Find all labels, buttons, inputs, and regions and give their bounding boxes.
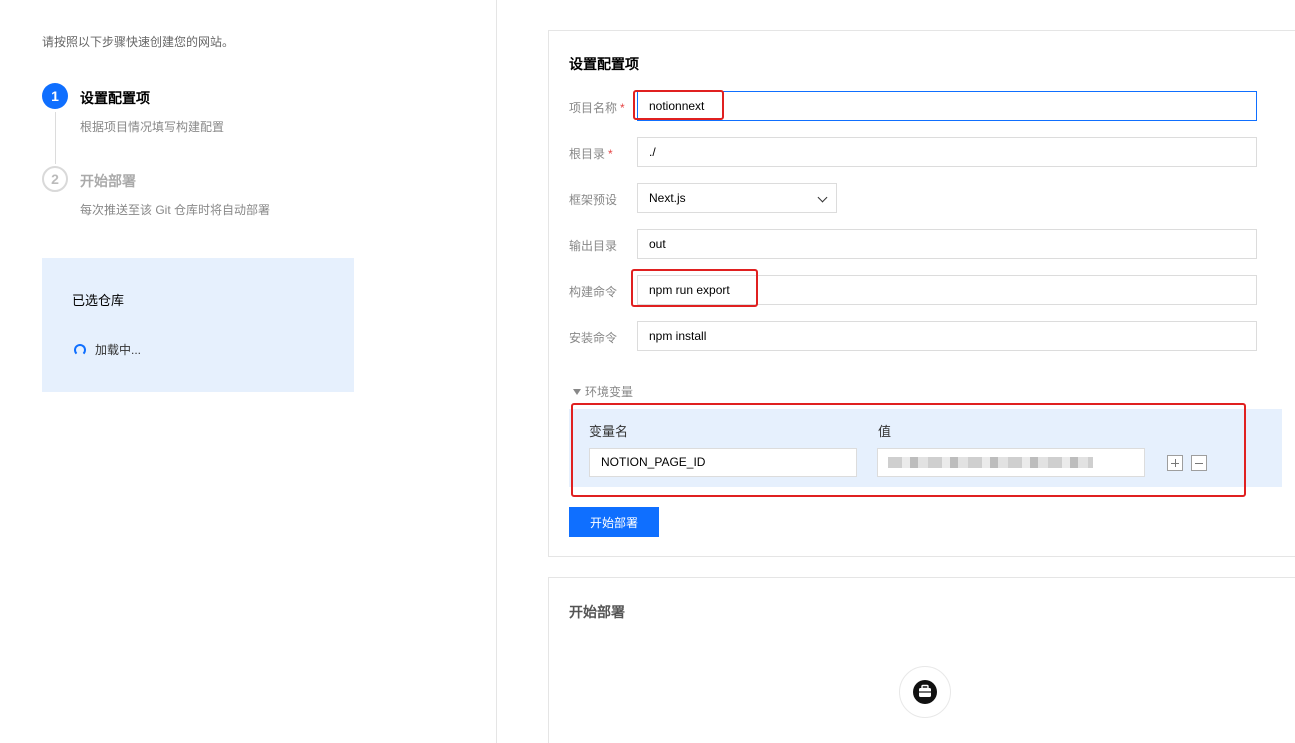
framework-select[interactable]: Next.js — [637, 183, 837, 213]
env-vars-toggle-label: 环境变量 — [585, 385, 634, 399]
build-cmd-row: 构建命令 npm run export — [569, 275, 1269, 305]
env-value-header: 值 — [878, 424, 892, 439]
env-vars-area: 变量名 值 NOTION_PAGE_ID — [569, 409, 1282, 487]
selected-repo-box: 已选仓库 加载中... — [42, 258, 354, 392]
env-name-input[interactable]: NOTION_PAGE_ID — [589, 448, 857, 477]
spinner-icon — [74, 343, 86, 356]
framework-label: 框架预设 — [569, 193, 618, 207]
package-icon — [899, 666, 951, 718]
output-dir-row: 输出目录 out — [569, 229, 1269, 259]
project-name-row: 项目名称 * notionnext — [569, 91, 1269, 121]
step-2-desc: 每次推送至该 Git 仓库时将自动部署 — [80, 203, 271, 217]
step-1-number: 1 — [42, 83, 68, 109]
build-cmd-label: 构建命令 — [569, 285, 618, 299]
root-dir-label: 根目录 * — [569, 147, 613, 161]
start-deploy-button[interactable]: 开始部署 — [569, 507, 659, 537]
intro-text: 请按照以下步骤快速创建您的网站。 — [42, 35, 235, 49]
build-cmd-input[interactable]: npm run export — [637, 275, 1257, 305]
install-cmd-input[interactable]: npm install — [637, 321, 1257, 351]
minus-square-icon[interactable] — [1191, 455, 1207, 471]
required-mark: * — [620, 101, 625, 115]
step-2-title: 开始部署 — [80, 173, 136, 189]
project-name-input[interactable]: notionnext — [637, 91, 1257, 121]
loading-text: 加载中... — [95, 343, 142, 357]
output-dir-label: 输出目录 — [569, 239, 618, 253]
install-cmd-row: 安装命令 npm install — [569, 321, 1269, 351]
step-1-desc: 根据项目情况填写构建配置 — [80, 120, 225, 134]
root-dir-row: 根目录 * ./ — [569, 137, 1269, 167]
left-panel: 请按照以下步骤快速创建您的网站。 1 设置配置项 根据项目情况填写构建配置 2 … — [0, 0, 497, 743]
deploy-title: 开始部署 — [569, 604, 625, 620]
config-title: 设置配置项 — [569, 56, 639, 72]
plus-square-icon[interactable] — [1167, 455, 1183, 471]
framework-row: 框架预设 Next.js — [569, 183, 1269, 213]
chevron-down-icon — [817, 192, 828, 203]
caret-down-icon — [573, 388, 581, 395]
env-value-input[interactable] — [877, 448, 1145, 477]
repo-loading: 加载中... — [74, 341, 141, 358]
config-panel: 设置配置项 项目名称 * notionnext 根目录 * ./ 框架预设 Next… — [548, 30, 1295, 557]
step-1-title: 设置配置项 — [80, 90, 150, 106]
redacted-value — [888, 457, 1093, 468]
output-dir-input[interactable]: out — [637, 229, 1257, 259]
project-name-label: 项目名称 * — [569, 101, 625, 115]
step-connector — [55, 112, 56, 164]
framework-selected-value: Next.js — [649, 191, 686, 205]
required-mark: * — [608, 147, 613, 161]
selected-repo-title: 已选仓库 — [72, 293, 125, 308]
step-2-number: 2 — [42, 166, 68, 192]
env-vars-toggle[interactable]: 环境变量 — [573, 383, 633, 400]
env-name-header: 变量名 — [589, 424, 629, 439]
deploy-panel: 开始部署 — [548, 577, 1295, 743]
root-dir-input[interactable]: ./ — [637, 137, 1257, 167]
install-cmd-label: 安装命令 — [569, 331, 618, 345]
